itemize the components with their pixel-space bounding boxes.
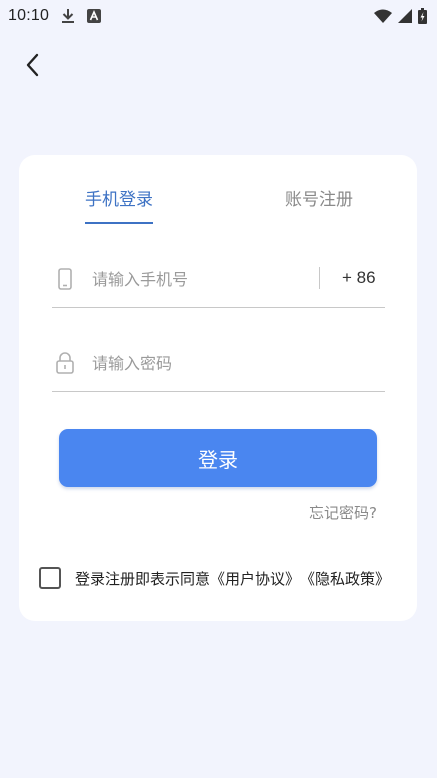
tab-phone-login[interactable]: 手机登录 xyxy=(85,185,153,210)
password-input[interactable] xyxy=(92,350,372,376)
back-button[interactable] xyxy=(18,52,48,82)
status-right xyxy=(374,8,427,24)
status-time: 10:10 xyxy=(8,7,50,24)
agreement-checkbox[interactable] xyxy=(39,567,61,589)
privacy-policy-link[interactable]: 《隐私政策》 xyxy=(300,568,390,589)
status-bar: 10:10 xyxy=(0,0,437,32)
password-field xyxy=(52,336,385,392)
lock-icon xyxy=(52,350,78,376)
signal-icon xyxy=(398,9,412,23)
wifi-icon xyxy=(374,9,392,23)
download-icon xyxy=(61,8,75,24)
agreement-row: 登录注册即表示同意 《用户协议》 《隐私政策》 xyxy=(39,565,390,591)
phone-input[interactable] xyxy=(92,266,312,292)
country-code-selector[interactable]: + 86 xyxy=(342,268,376,288)
status-left: 10:10 xyxy=(8,7,102,25)
chevron-left-icon xyxy=(25,53,41,81)
agreement-text: 登录注册即表示同意 xyxy=(75,569,211,588)
user-agreement-link[interactable]: 《用户协议》 xyxy=(210,568,300,589)
login-button[interactable]: 登录 xyxy=(59,429,377,487)
forgot-password-link[interactable]: 忘记密码? xyxy=(309,502,377,523)
country-code-divider xyxy=(319,267,320,289)
phone-field: + 86 xyxy=(52,252,385,308)
battery-charging-icon xyxy=(418,8,427,24)
active-tab-indicator xyxy=(85,222,153,224)
mobile-phone-icon xyxy=(52,266,78,292)
app-notification-icon xyxy=(87,9,102,23)
login-card: 手机登录 账号注册 + 86 登录 忘记密码? 登录注册即表示同意 xyxy=(19,155,417,621)
tab-account-register[interactable]: 账号注册 xyxy=(285,185,353,210)
